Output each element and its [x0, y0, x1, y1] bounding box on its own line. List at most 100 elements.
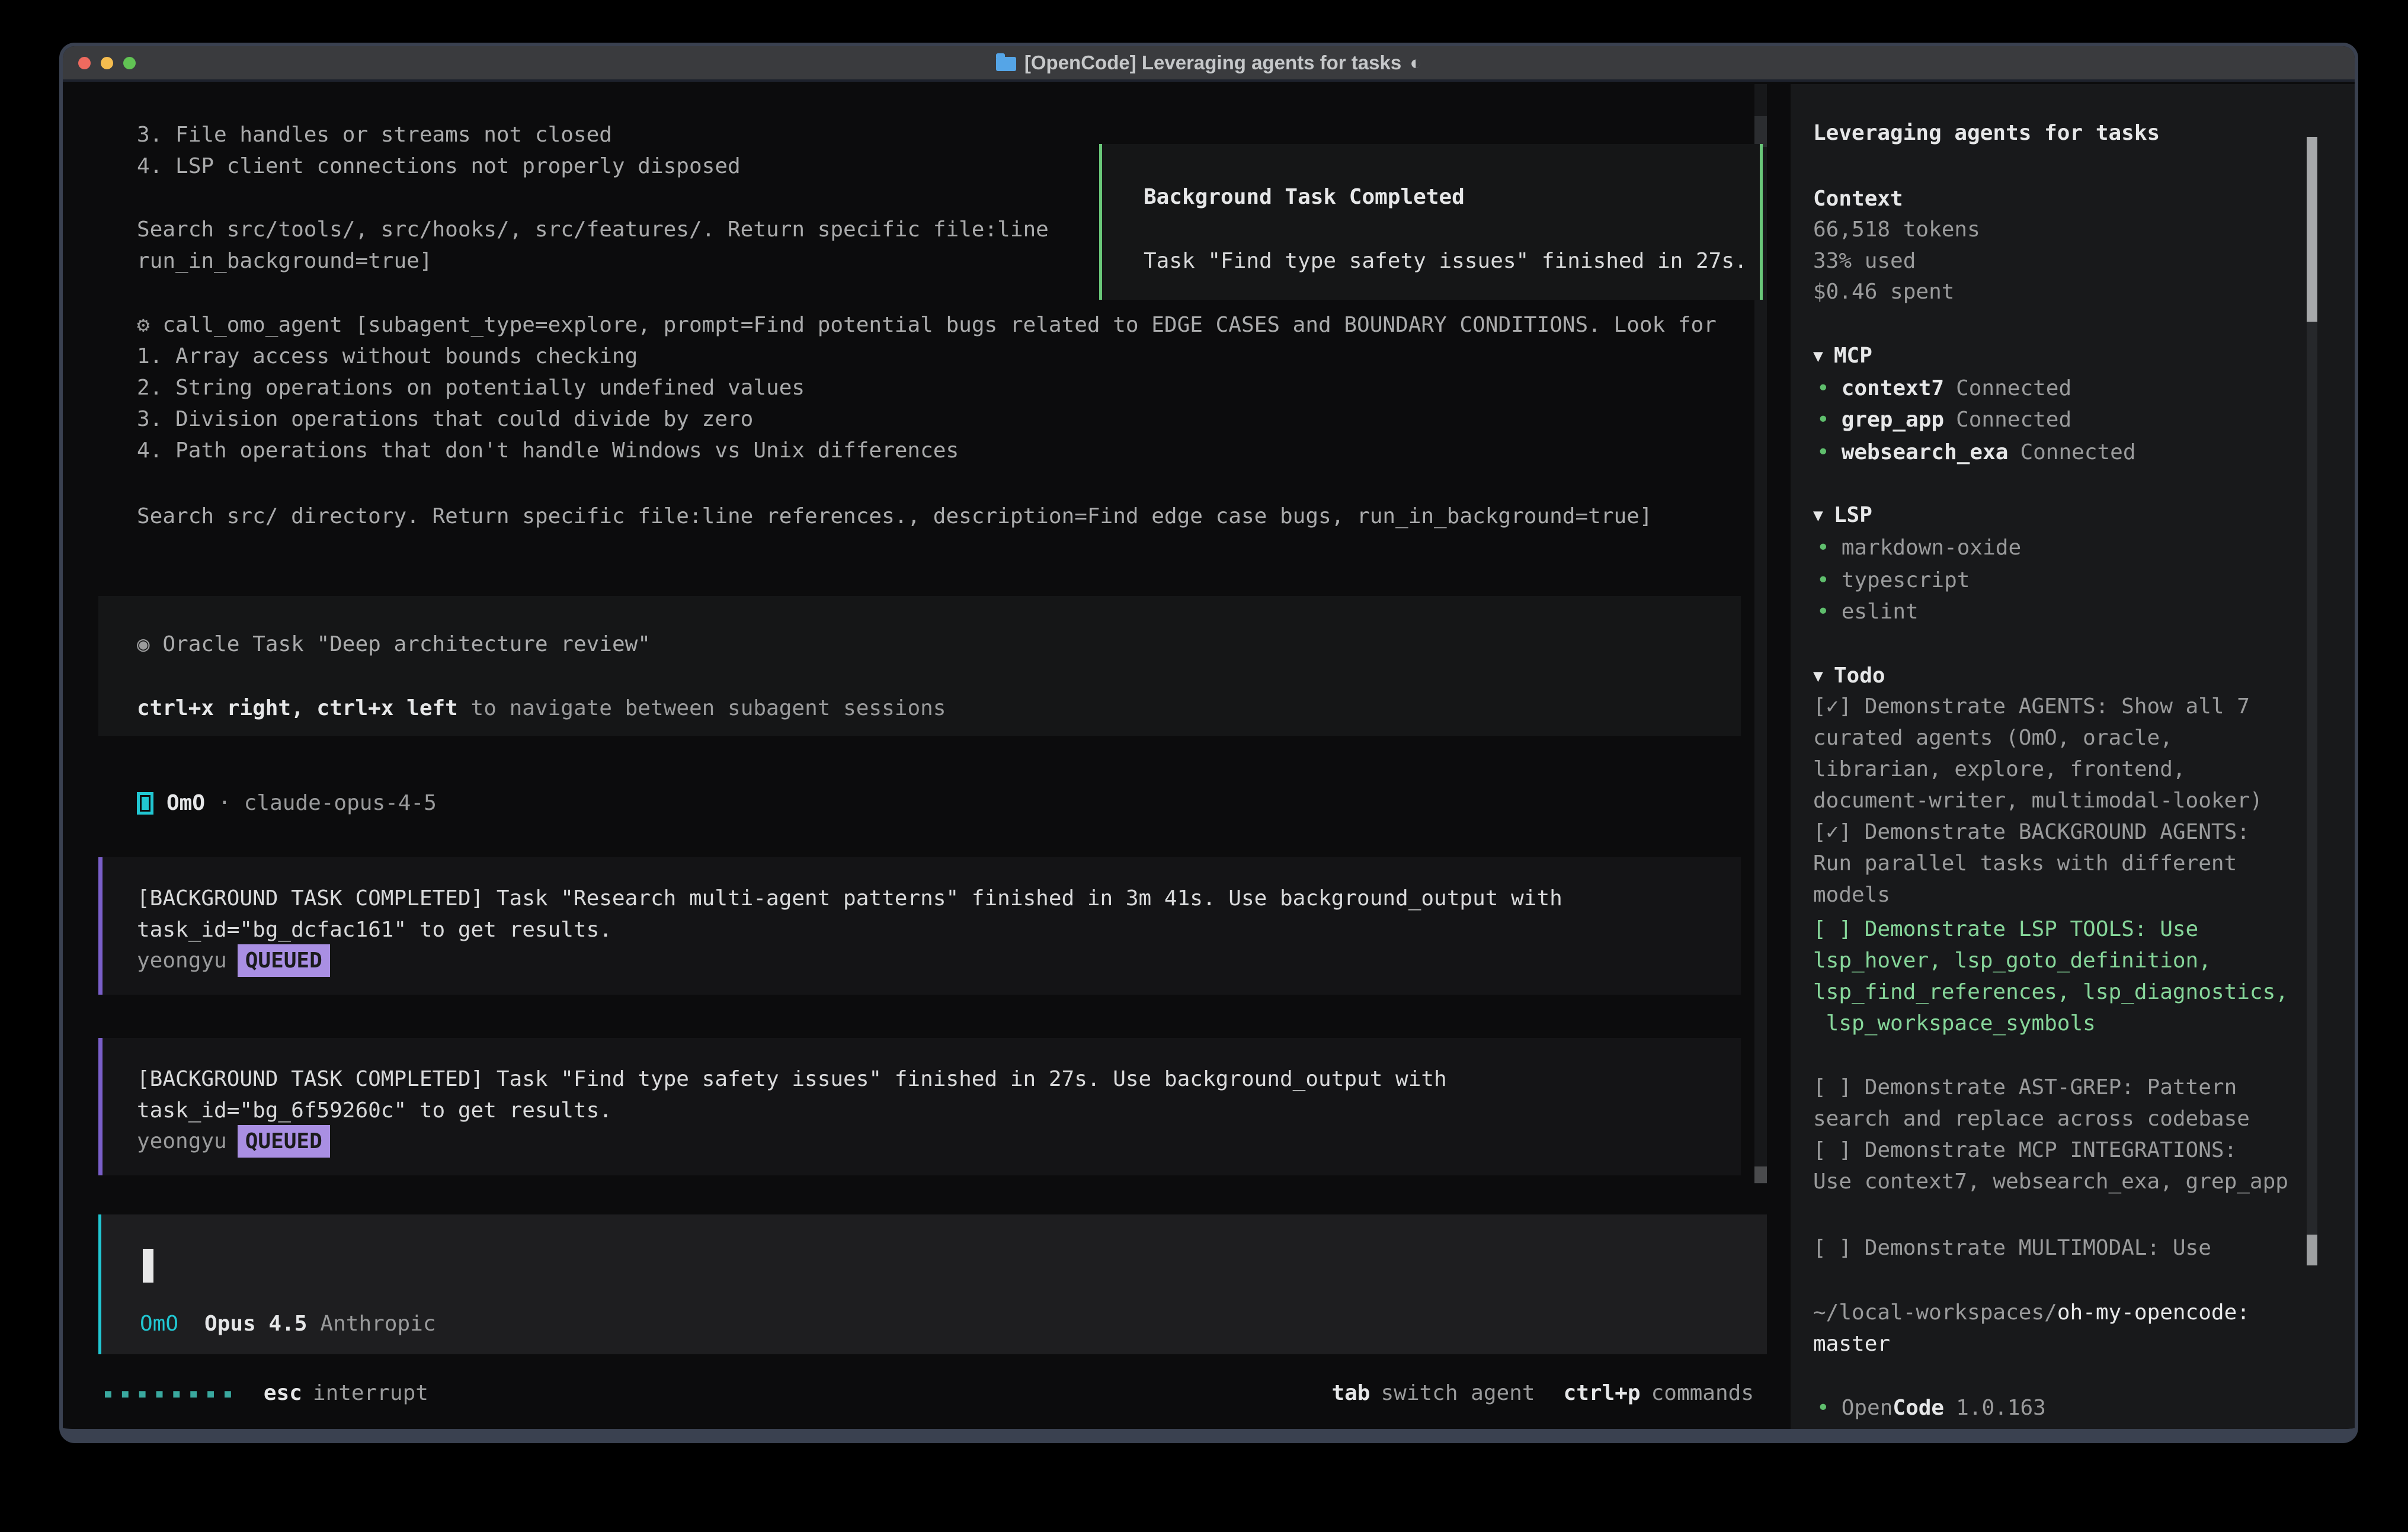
hint-rest: to navigate between subagent sessions [471, 693, 946, 724]
lsp-item: • typescript [1817, 565, 1970, 596]
mcp-item-status: Connected [2020, 437, 2135, 468]
esc-key-label: interrupt [313, 1377, 428, 1409]
status-badge: QUEUED [238, 1125, 330, 1158]
separator-dot: · [218, 787, 231, 819]
minimize-button[interactable] [101, 57, 113, 69]
text-cursor [143, 1249, 153, 1283]
todo-line: search and replace across codebase [1813, 1103, 2250, 1134]
folder-icon [996, 57, 1016, 71]
zoom-button[interactable] [123, 57, 136, 69]
workspace-path-bold: oh-my-opencode: [2057, 1297, 2250, 1328]
todo-line: Use context7, websearch_exa, grep_app [1813, 1166, 2288, 1197]
mcp-item-status: Connected [1956, 373, 2071, 404]
tool-call-item: 4. Path operations that don't handle Win… [137, 435, 959, 466]
workspace-path-dim: ~/local-workspaces/ [1813, 1297, 2057, 1328]
gear-icon: ⚙ [137, 309, 150, 341]
chevron-down-icon: ▼ [1813, 340, 1823, 371]
todo-line: [ ] Demonstrate MCP INTEGRATIONS: [1813, 1134, 2237, 1166]
toast-notification[interactable]: Background Task Completed Task "Find typ… [1099, 144, 1763, 300]
sidebar-scrollbar-thumb-bottom[interactable] [2307, 1235, 2317, 1265]
todo-section-header[interactable]: ▼ Todo [1813, 660, 1885, 691]
statusbar-right: tab switch agent ctrl+p commands [1331, 1377, 1754, 1409]
mcp-item-status: Connected [1956, 404, 2071, 435]
todo-line-active: lsp_workspace_symbols [1813, 1008, 2096, 1039]
tool-call-item: 1. Array access without bounds checking [137, 341, 638, 372]
lsp-item: • markdown-oxide [1817, 532, 2021, 563]
sidebar: Leveraging agents for tasks Context 66,5… [1791, 84, 2355, 1432]
titlebar[interactable]: [OpenCode] Leveraging agents for tasks ◐ [63, 46, 2355, 82]
status-dot-icon: • [1817, 565, 1830, 596]
agent-checkbox-icon [137, 792, 153, 815]
message-author: yeongyu [137, 945, 227, 976]
oracle-task-title-text: Oracle Task "Deep architecture review" [162, 629, 651, 660]
agent-header: OmO · claude-opus-4-5 [137, 787, 437, 819]
status-dot-icon: • [1817, 404, 1830, 435]
mcp-item: • websearch_exa Connected [1817, 437, 2136, 468]
context-tokens: 66,518 tokens [1813, 214, 1980, 245]
esc-key-hint: esc [264, 1377, 302, 1409]
transcript-line: run_in_background=true] [137, 245, 433, 277]
context-spent: $0.46 spent [1813, 276, 1954, 307]
chevron-down-icon: ▼ [1813, 660, 1823, 691]
chat-scrollbar-thumb-top[interactable] [1754, 116, 1767, 147]
cmd-key-hint: ctrl+p [1564, 1377, 1641, 1409]
session-title: Leveraging agents for tasks [1813, 117, 2160, 149]
todo-line-active: lsp_find_references, lsp_diagnostics, [1813, 976, 2288, 1008]
input-agent-name: OmO [140, 1308, 178, 1339]
todo-line: curated agents (OmO, oracle, [1813, 722, 2173, 754]
mcp-item-name: grep_app [1842, 404, 1944, 435]
tool-call-item: 3. Division operations that could divide… [137, 403, 753, 435]
sidebar-scrollbar-track[interactable] [2307, 322, 2317, 1265]
window-title: [OpenCode] Leveraging agents for tasks [1024, 52, 1401, 74]
tool-call-line: ⚙ call_omo_agent [subagent_type=explore,… [137, 309, 1717, 341]
chat-scrollbar-thumb-bottom[interactable] [1754, 1166, 1767, 1183]
lsp-section-header[interactable]: ▼ LSP [1813, 499, 1872, 531]
status-dot-icon: • [1817, 1392, 1830, 1424]
screen: [OpenCode] Leveraging agents for tasks ◐… [0, 0, 2408, 1532]
todo-line: [✓] Demonstrate AGENTS: Show all 7 [1813, 691, 2250, 722]
workspace-branch: master [1813, 1328, 1890, 1360]
agent-model: claude-opus-4-5 [244, 787, 437, 819]
todo-line: document-writer, multimodal-looker) [1813, 785, 2263, 816]
input-footer: OmO Opus 4.5 Anthropic [140, 1308, 436, 1339]
prompt-input[interactable]: OmO Opus 4.5 Anthropic [98, 1214, 1767, 1354]
toast-title: Background Task Completed [1144, 181, 1465, 213]
workspace-path: ~/local-workspaces/oh-my-opencode: [1813, 1297, 2250, 1328]
lsp-item-name: eslint [1842, 596, 1919, 627]
todo-line: Run parallel tasks with different [1813, 848, 2237, 879]
app-version: 1.0.163 [1956, 1392, 2046, 1424]
mcp-section-header[interactable]: ▼ MCP [1813, 340, 1872, 371]
oracle-task-title: ◉ Oracle Task "Deep architecture review" [137, 629, 651, 660]
session-state-icon: ◐ [1410, 52, 1421, 74]
terminal-window: [OpenCode] Leveraging agents for tasks ◐… [59, 43, 2358, 1443]
message-line: task_id="bg_dcfac161" to get results. [137, 914, 612, 946]
agent-name: OmO [166, 787, 205, 819]
message-card: [BACKGROUND TASK COMPLETED] Task "Resear… [98, 857, 1741, 995]
message-line: task_id="bg_6f59260c" to get results. [137, 1095, 612, 1126]
chevron-down-icon: ▼ [1813, 499, 1823, 531]
hint-keys: ctrl+x right, ctrl+x left [137, 693, 458, 724]
statusbar-left: ▪▪▪▪▪▪▪▪ esc interrupt [103, 1377, 428, 1409]
transcript-line: 3. File handles or streams not closed [137, 119, 612, 150]
message-meta: yeongyu QUEUED [137, 1126, 330, 1157]
mcp-item-name: websearch_exa [1842, 437, 2009, 468]
record-icon: ◉ [137, 629, 150, 660]
lsp-item-name: typescript [1842, 565, 1970, 596]
todo-heading: Todo [1834, 660, 1885, 691]
status-dot-icon: • [1817, 437, 1830, 468]
oracle-task-hint: ctrl+x right, ctrl+x left to navigate be… [137, 693, 946, 724]
spinner-dots-icon: ▪▪▪▪▪▪▪▪ [103, 1377, 240, 1409]
tab-key-label: switch agent [1381, 1377, 1535, 1409]
transcript-line: 4. LSP client connections not properly d… [137, 150, 741, 182]
todo-line-active: [ ] Demonstrate LSP TOOLS: Use [1813, 914, 2198, 945]
status-badge: QUEUED [238, 944, 330, 977]
traffic-lights [78, 46, 136, 79]
context-heading: Context [1813, 183, 1903, 214]
todo-line: librarian, explore, frontend, [1813, 754, 2186, 785]
tool-call-item: 2. String operations on potentially unde… [137, 372, 805, 403]
close-button[interactable] [78, 57, 91, 69]
window-title-wrap: [OpenCode] Leveraging agents for tasks ◐ [63, 52, 2355, 74]
message-line: [BACKGROUND TASK COMPLETED] Task "Find t… [137, 1063, 1447, 1095]
input-provider: Anthropic [320, 1308, 436, 1339]
sidebar-scrollbar-thumb[interactable] [2307, 137, 2317, 322]
